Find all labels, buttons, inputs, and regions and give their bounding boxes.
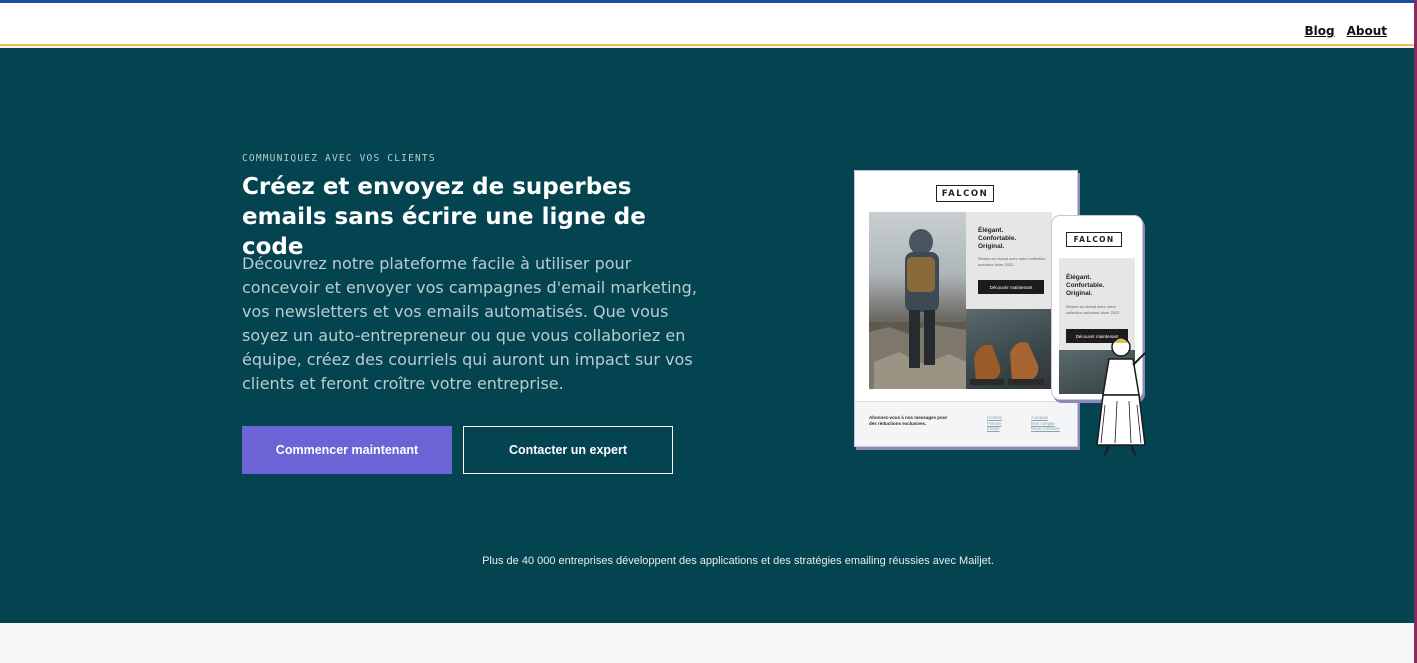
trust-statement: Plus de 40 000 entreprises développent d… bbox=[482, 555, 994, 567]
hero-eyebrow: COMMUNIQUEZ AVEC VOS CLIENTS bbox=[242, 153, 436, 164]
promo-panel: Élégant. Confortable. Original. Restez a… bbox=[966, 212, 1052, 309]
email-template-preview: FALCON Élégant. Confortable. Original. R… bbox=[854, 170, 1078, 447]
nav-link-about[interactable]: About bbox=[1347, 24, 1387, 38]
hero-headline: Créez et envoyez de superbes emails sans… bbox=[242, 174, 646, 260]
footer-link: Nous contacter bbox=[1031, 426, 1060, 431]
falcon-logo-mobile: FALCON bbox=[1066, 232, 1122, 247]
mobile-promo-title: Élégant. Confortable. Original. bbox=[1066, 274, 1105, 297]
nav-link-blog[interactable]: Blog bbox=[1305, 24, 1335, 38]
falcon-logo: FALCON bbox=[936, 185, 994, 202]
promo-title: Élégant. Confortable. Original. bbox=[978, 227, 1017, 250]
hero-description: Découvrez notre plateforme facile à util… bbox=[242, 254, 697, 393]
mascot-figure-icon bbox=[1096, 337, 1146, 456]
promo-button: Découvrir maintenant bbox=[978, 280, 1044, 294]
email-footer-text: Abonnez-vous à nos messages pour des réd… bbox=[869, 415, 948, 426]
boots-photo bbox=[966, 309, 1052, 389]
footer-link: Enfant bbox=[987, 426, 1000, 431]
mobile-promo-text: Restez au chaud avec notre collection au… bbox=[1066, 304, 1120, 315]
promo-text: Restez au chaud avec notre collection au… bbox=[978, 256, 1046, 267]
top-navigation-bar: Blog About bbox=[0, 0, 1414, 46]
email-footer: Abonnez-vous à nos messages pour des réd… bbox=[855, 401, 1077, 446]
contact-expert-button[interactable]: Contacter un expert bbox=[463, 426, 673, 474]
start-now-button[interactable]: Commencer maintenant bbox=[242, 426, 452, 474]
top-nav-links: Blog About bbox=[1305, 24, 1388, 38]
email-illustration: FALCON Élégant. Confortable. Original. R… bbox=[846, 163, 1156, 463]
email-footer-links-b: À propos Mon compte Nous contacter bbox=[1031, 415, 1060, 432]
hiker-photo bbox=[869, 212, 966, 389]
footer-link: Homme bbox=[987, 415, 1003, 420]
email-footer-links-a: Homme Femme Enfant bbox=[987, 415, 1002, 432]
hero-section: COMMUNIQUEZ AVEC VOS CLIENTS Créez et en… bbox=[0, 48, 1414, 623]
